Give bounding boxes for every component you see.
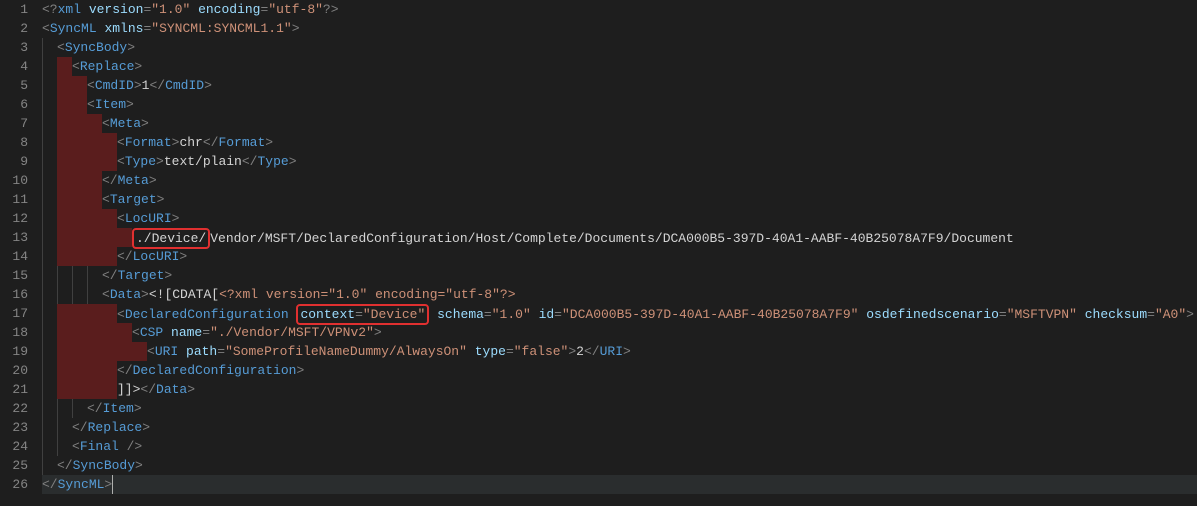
line-number: 1 <box>0 0 28 19</box>
code-line[interactable]: <CmdID>1</CmdID> <box>42 76 1197 95</box>
line-number: 21 <box>0 380 28 399</box>
line-number: 13 <box>0 228 28 247</box>
code-line[interactable]: <LocURI> <box>42 209 1197 228</box>
pi-name: xml <box>58 2 81 17</box>
code-line[interactable]: <Data><![CDATA[<?xml version="1.0" encod… <box>42 285 1197 304</box>
code-editor[interactable]: 1 2 3 4 5 6 7 8 9 10 11 12 13 14 15 16 1… <box>0 0 1197 494</box>
code-line[interactable]: ]]></Data> <box>42 380 1197 399</box>
code-line[interactable]: <Meta> <box>42 114 1197 133</box>
code-line[interactable]: <Target> <box>42 190 1197 209</box>
line-number: 6 <box>0 95 28 114</box>
line-number: 16 <box>0 285 28 304</box>
code-line[interactable]: </Target> <box>42 266 1197 285</box>
line-number: 25 <box>0 456 28 475</box>
line-number: 14 <box>0 247 28 266</box>
code-line[interactable]: <CSP name="./Vendor/MSFT/VPNv2"> <box>42 323 1197 342</box>
line-number: 12 <box>0 209 28 228</box>
line-number: 18 <box>0 323 28 342</box>
code-line[interactable]: <SyncML xmlns="SYNCML:SYNCML1.1"> <box>42 19 1197 38</box>
code-line[interactable]: </SyncBody> <box>42 456 1197 475</box>
line-number: 15 <box>0 266 28 285</box>
line-number: 4 <box>0 57 28 76</box>
line-number: 11 <box>0 190 28 209</box>
code-line[interactable]: <Type>text/plain</Type> <box>42 152 1197 171</box>
code-line[interactable]: <URI path="SomeProfileNameDummy/AlwaysOn… <box>42 342 1197 361</box>
line-number: 17 <box>0 304 28 323</box>
line-number: 3 <box>0 38 28 57</box>
code-line[interactable]: <Final /> <box>42 437 1197 456</box>
line-number: 19 <box>0 342 28 361</box>
code-line[interactable]: <Format>chr</Format> <box>42 133 1197 152</box>
line-number: 20 <box>0 361 28 380</box>
line-number: 26 <box>0 475 28 494</box>
line-number: 5 <box>0 76 28 95</box>
code-line[interactable]: <Item> <box>42 95 1197 114</box>
line-number: 7 <box>0 114 28 133</box>
code-line[interactable]: <Replace> <box>42 57 1197 76</box>
code-line[interactable]: </DeclaredConfiguration> <box>42 361 1197 380</box>
code-line[interactable]: </Item> <box>42 399 1197 418</box>
code-line[interactable]: <SyncBody> <box>42 38 1197 57</box>
highlight-box-context-attr: context="Device" <box>296 304 429 325</box>
code-line[interactable]: </LocURI> <box>42 247 1197 266</box>
line-number: 22 <box>0 399 28 418</box>
pi-open: <? <box>42 2 58 17</box>
highlight-box-device-path: ./Device/ <box>132 228 210 249</box>
line-number: 23 <box>0 418 28 437</box>
line-number: 8 <box>0 133 28 152</box>
line-number-gutter: 1 2 3 4 5 6 7 8 9 10 11 12 13 14 15 16 1… <box>0 0 38 494</box>
code-line[interactable]: </Replace> <box>42 418 1197 437</box>
code-line[interactable]: </SyncML> <box>42 475 1197 494</box>
code-line[interactable]: <?xml version="1.0" encoding="utf-8"?> <box>42 0 1197 19</box>
code-line[interactable]: ./Device/Vendor/MSFT/DeclaredConfigurati… <box>42 228 1197 247</box>
code-area[interactable]: <?xml version="1.0" encoding="utf-8"?> <… <box>38 0 1197 494</box>
code-line[interactable]: <DeclaredConfiguration context="Device" … <box>42 304 1197 323</box>
line-number: 9 <box>0 152 28 171</box>
line-number: 24 <box>0 437 28 456</box>
text-cursor <box>112 475 113 494</box>
code-line[interactable]: </Meta> <box>42 171 1197 190</box>
line-number: 10 <box>0 171 28 190</box>
line-number: 2 <box>0 19 28 38</box>
